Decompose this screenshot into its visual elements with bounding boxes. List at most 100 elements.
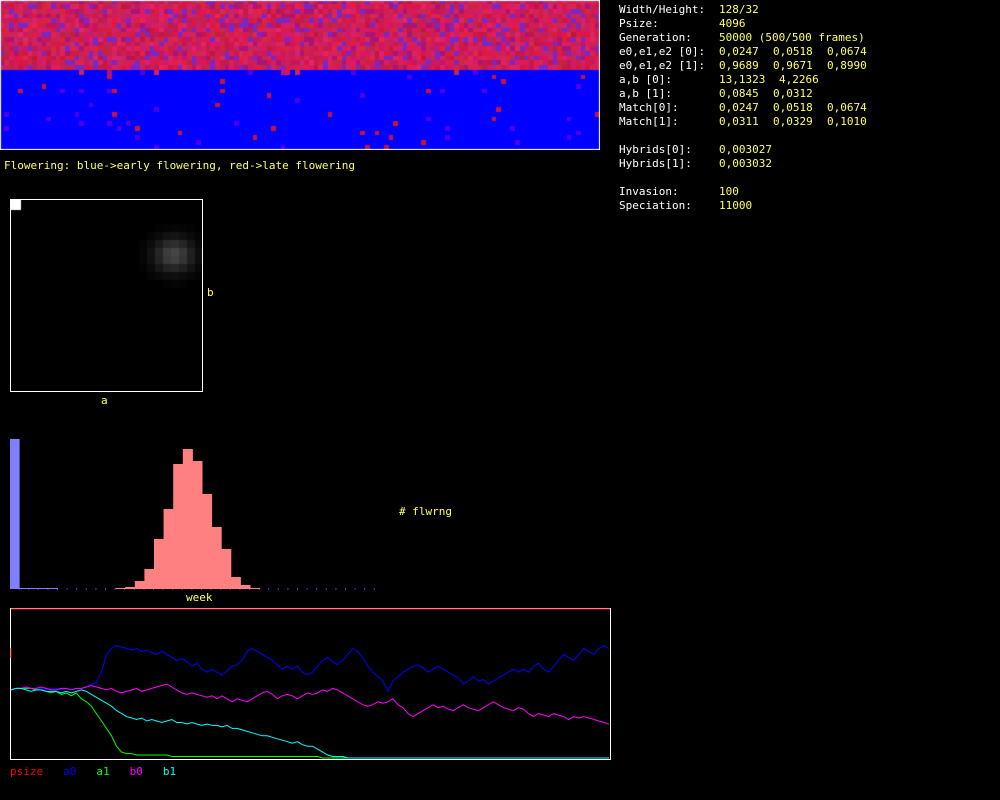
stats-values: 100 bbox=[719, 185, 739, 199]
stats-values: 128/32 bbox=[719, 3, 759, 17]
legend-psize: psize bbox=[10, 765, 44, 778]
stats-value: 0,0674 bbox=[827, 45, 867, 58]
histogram-bar-late bbox=[192, 461, 203, 589]
histogram-tick bbox=[85, 588, 87, 590]
histogram-tick bbox=[306, 588, 308, 590]
histogram-bar-early bbox=[10, 439, 20, 589]
stats-key: Width/Height: bbox=[619, 3, 706, 16]
stats-value: 128/32 bbox=[719, 3, 759, 16]
stats-key: a,b [1]: bbox=[619, 87, 672, 100]
stats-values: 4096 bbox=[719, 17, 746, 31]
stats-values: 13,1323 4,2266 bbox=[719, 73, 833, 87]
stats-value: 0,9671 bbox=[773, 59, 813, 72]
stats-values: 0,0247 0,0518 0,0674 bbox=[719, 45, 881, 59]
stats-row: a,b [0]: 13,1323 4,2266 bbox=[619, 73, 881, 87]
histogram-bar-late bbox=[211, 527, 222, 589]
stats-values: 0,0311 0,0329 0,1010 bbox=[719, 115, 881, 129]
stats-value: 50000 (500/500 frames) bbox=[719, 31, 865, 44]
histogram-tick bbox=[325, 588, 327, 590]
stats-value: 0,0518 bbox=[773, 45, 813, 58]
stats-value: 0,0312 bbox=[773, 87, 813, 100]
histogram-tick bbox=[76, 588, 78, 590]
histogram-tick bbox=[335, 588, 337, 590]
flowering-field-map bbox=[0, 0, 600, 150]
stats-values: 0,9689 0,9671 0,8990 bbox=[719, 59, 881, 73]
stats-value: 0,003027 bbox=[719, 143, 772, 156]
histogram-tick bbox=[105, 588, 106, 590]
histogram-bar-late bbox=[125, 587, 136, 589]
stats-row: Hybrids[1]: 0,003032 bbox=[619, 157, 881, 171]
stats-value: 0,0247 bbox=[719, 45, 759, 58]
stats-value: 0,1010 bbox=[827, 115, 867, 128]
stats-spacer bbox=[619, 171, 881, 185]
ab-ylabel: b bbox=[207, 286, 214, 299]
histogram-bar-early bbox=[38, 588, 49, 589]
stats-key: Hybrids[1]: bbox=[619, 157, 692, 170]
histogram-tick bbox=[277, 588, 279, 590]
histogram-tick bbox=[373, 588, 375, 590]
trend-legend: psize a0 a1 b0 b1 bbox=[10, 765, 196, 778]
stats-value: 100 bbox=[719, 185, 739, 198]
stats-key: Hybrids[0]: bbox=[619, 143, 692, 156]
histogram-bar-late bbox=[221, 549, 232, 589]
legend-b0: b0 bbox=[129, 765, 143, 778]
histogram-ylabel: # flwrng bbox=[399, 505, 452, 518]
histogram-tick bbox=[316, 588, 318, 590]
stats-key: Psize: bbox=[619, 17, 659, 30]
stats-row: e0,e1,e2 [1]: 0,9689 0,9671 0,8990 bbox=[619, 59, 881, 73]
histogram-bar-late bbox=[163, 509, 174, 589]
stats-row: Match[1]: 0,0311 0,0329 0,1010 bbox=[619, 115, 881, 129]
stats-value: 4,2266 bbox=[779, 73, 819, 86]
histogram-tick bbox=[364, 588, 366, 590]
stats-values: 0,003032 bbox=[719, 157, 772, 171]
flowering-caption: Flowering: blue->early flowering, red->l… bbox=[4, 159, 355, 172]
histogram-bar-late bbox=[134, 581, 145, 589]
trend-line-a0 bbox=[10, 644, 610, 693]
histogram-xlabel: week bbox=[186, 591, 213, 604]
ab-xlabel: a bbox=[101, 394, 108, 407]
histogram-bar-late bbox=[154, 539, 165, 589]
stats-value: 0,0845 bbox=[719, 87, 759, 100]
stats-row: Width/Height: 128/32 bbox=[619, 3, 881, 17]
stats-row: Invasion: 100 bbox=[619, 185, 881, 199]
stats-value: 0,0674 bbox=[827, 101, 867, 114]
stats-values: 0,0247 0,0518 0,0674 bbox=[719, 101, 881, 115]
stats-values: 11000 bbox=[719, 199, 752, 213]
legend-a1: a1 bbox=[96, 765, 110, 778]
histogram-bar-early bbox=[29, 588, 39, 589]
stats-value: 0,0518 bbox=[773, 101, 813, 114]
stats-row: e0,e1,e2 [0]: 0,0247 0,0518 0,0674 bbox=[619, 45, 881, 59]
histogram-bar-late bbox=[230, 577, 241, 589]
ab-density-plot bbox=[10, 199, 203, 392]
flowering-histogram bbox=[10, 439, 375, 590]
histogram-bar-late bbox=[173, 464, 184, 589]
stats-key: Speciation: bbox=[619, 199, 692, 212]
stats-value: 0,0247 bbox=[719, 101, 759, 114]
stats-values: 50000 (500/500 frames) bbox=[719, 31, 865, 45]
histogram-tick bbox=[268, 588, 270, 590]
trend-line-a1 bbox=[10, 687, 609, 759]
stats-row: Speciation: 11000 bbox=[619, 199, 881, 213]
stats-spacer bbox=[619, 129, 881, 143]
stats-row: Hybrids[0]: 0,003027 bbox=[619, 143, 881, 157]
histogram-tick bbox=[114, 588, 116, 590]
stats-value: 0,9689 bbox=[719, 59, 759, 72]
trend-frame bbox=[10, 608, 611, 760]
stats-key: e0,e1,e2 [0]: bbox=[619, 45, 706, 58]
histogram-tick bbox=[297, 588, 298, 590]
stats-row: Generation: 50000 (500/500 frames) bbox=[619, 31, 881, 45]
histogram-bar-late bbox=[182, 449, 193, 589]
histogram-tick bbox=[354, 588, 356, 590]
stats-key: Invasion: bbox=[619, 185, 679, 198]
histogram-bar-late bbox=[240, 585, 251, 589]
histogram-bar-late bbox=[202, 494, 213, 589]
stats-row: Match[0]: 0,0247 0,0518 0,0674 bbox=[619, 101, 881, 115]
stats-values: 0,0845 0,0312 bbox=[719, 87, 827, 101]
histogram-tick bbox=[287, 588, 289, 590]
trend-chart bbox=[10, 608, 611, 760]
histogram-tick bbox=[95, 588, 97, 590]
trend-line-b1 bbox=[10, 687, 609, 759]
trend-line-b0 bbox=[10, 683, 610, 725]
stats-key: Match[1]: bbox=[619, 115, 679, 128]
stats-key: Match[0]: bbox=[619, 101, 679, 114]
